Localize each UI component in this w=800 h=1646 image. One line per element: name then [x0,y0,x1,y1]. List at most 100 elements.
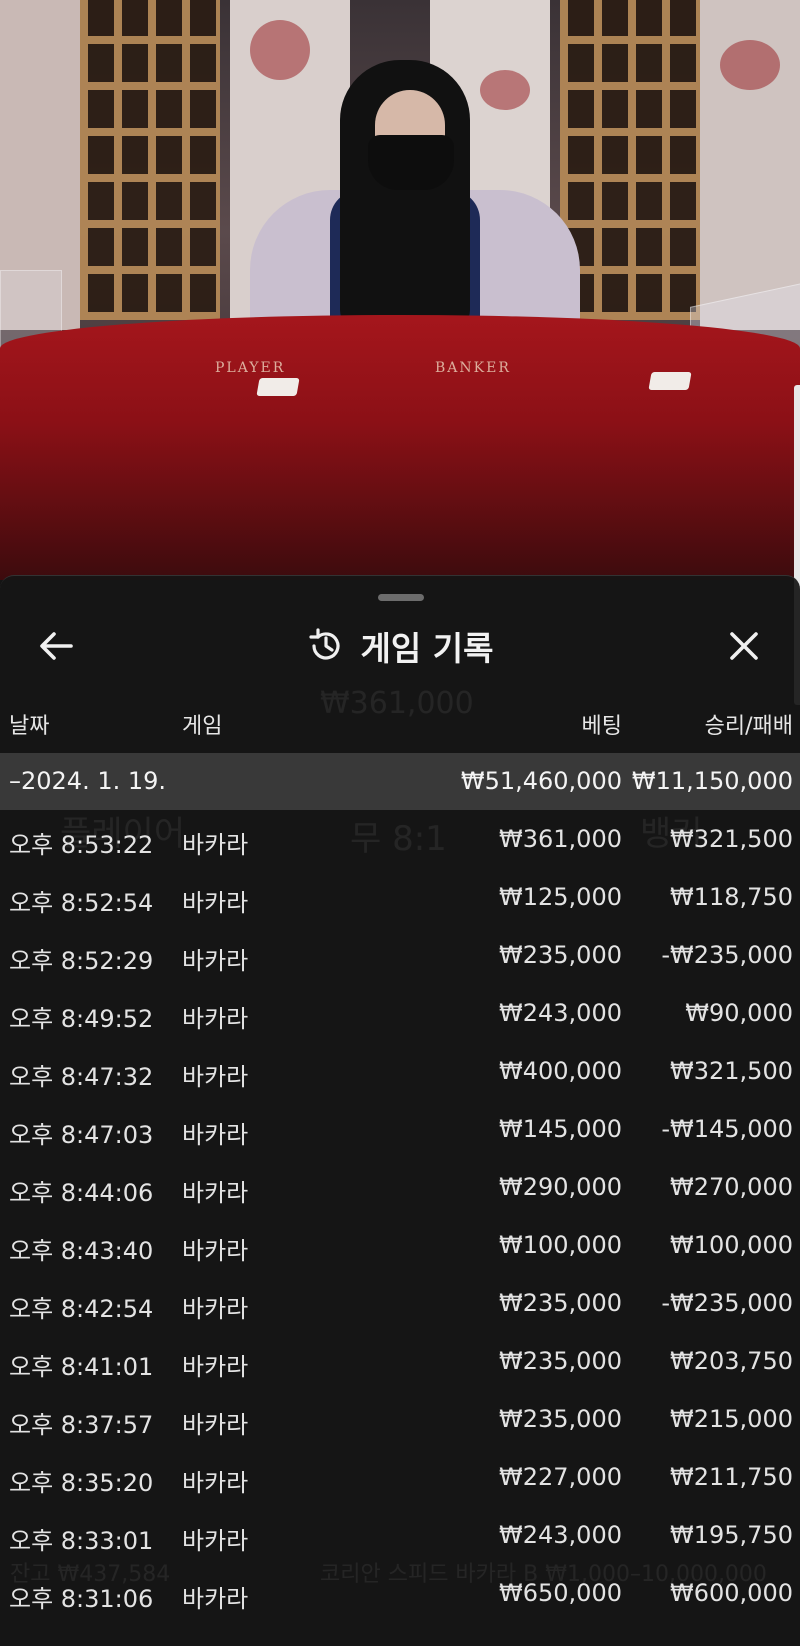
playing-card [648,372,692,390]
round-game: 바카라 [182,1469,249,1497]
round-time: 오후 8:47:03 [9,1121,154,1149]
round-result: ₩100,000 [670,1231,793,1259]
round-game: 바카라 [182,1121,249,1149]
day-group-bet-total: ₩51,460,000 [460,767,622,795]
round-result: ₩118,750 [670,883,793,911]
sheet-title-group: 게임 기록 [307,622,494,670]
round-time: 오후 8:31:06 [9,1585,154,1613]
blossom-decor [250,20,310,80]
table-row[interactable]: 오후 8:42:54 바카라 ₩235,000 -₩235,000 [0,1274,800,1332]
round-result: ₩203,750 [670,1347,793,1375]
round-time: 오후 8:44:06 [9,1179,154,1207]
round-bet: ₩361,000 [499,825,622,853]
round-time: 오후 8:37:57 [9,1411,154,1439]
round-game: 바카라 [182,1411,249,1439]
column-header-row: 날짜 게임 베팅 승리/패배 [0,696,800,746]
round-time: 오후 8:52:54 [9,889,154,917]
round-bet: ₩100,000 [499,1231,622,1259]
arrow-left-icon [40,632,73,660]
playing-card [256,378,300,396]
round-game: 바카라 [182,1585,249,1613]
round-bet: ₩235,000 [499,1289,622,1317]
column-result[interactable]: 승리/패배 [705,708,793,740]
round-bet: ₩235,000 [499,1347,622,1375]
day-group-row[interactable]: –2024. 1. 19. ₩51,460,000 ₩11,150,000 [0,753,800,810]
dealer-mask [368,135,454,190]
table-row[interactable]: 오후 8:53:22 바카라 ₩361,000 ₩321,500 [0,810,800,868]
table-row[interactable]: 오후 8:47:03 바카라 ₩145,000 -₩145,000 [0,1100,800,1158]
table-row[interactable]: 오후 8:31:06 바카라 ₩650,000 ₩600,000 [0,1564,800,1622]
back-button[interactable] [28,618,84,674]
close-icon [730,632,758,660]
round-result: -₩235,000 [661,1289,793,1317]
round-result: -₩145,000 [661,1115,793,1143]
round-bet: ₩400,000 [499,1057,622,1085]
round-time: 오후 8:41:01 [9,1353,154,1381]
table-row[interactable]: 오후 8:52:29 바카라 ₩235,000 -₩235,000 [0,926,800,984]
table-row[interactable]: 오후 8:33:01 바카라 ₩243,000 ₩195,750 [0,1506,800,1564]
round-game: 바카라 [182,831,249,859]
round-game: 바카라 [182,1179,249,1207]
table-row[interactable]: 오후 8:44:06 바카라 ₩290,000 ₩270,000 [0,1158,800,1216]
column-date[interactable]: 날짜 [9,708,49,740]
round-bet: ₩145,000 [499,1115,622,1143]
round-rows: 오후 8:53:22 바카라 ₩361,000 ₩321,500 오후 8:52:54 바… [0,810,800,1622]
round-result: ₩600,000 [670,1579,793,1607]
day-group-result-total: ₩11,150,000 [631,767,793,795]
round-game: 바카라 [182,1005,249,1033]
round-result: ₩211,750 [670,1463,793,1491]
table-row[interactable]: 오후 8:41:01 바카라 ₩235,000 ₩203,750 [0,1332,800,1390]
table-row[interactable]: 오후 8:37:57 바카라 ₩235,000 ₩215,000 [0,1390,800,1448]
table-row[interactable]: 오후 8:49:52 바카라 ₩243,000 ₩90,000 [0,984,800,1042]
column-game[interactable]: 게임 [182,708,222,740]
round-bet: ₩290,000 [499,1173,622,1201]
round-bet: ₩243,000 [499,999,622,1027]
round-result: ₩270,000 [670,1173,793,1201]
round-time: 오후 8:52:29 [9,947,154,975]
round-game: 바카라 [182,889,249,917]
round-bet: ₩125,000 [499,883,622,911]
sheet-drag-handle[interactable] [378,594,424,601]
blossom-decor [480,70,530,110]
round-time: 오후 8:47:32 [9,1063,154,1091]
game-history-sheet: ₩361,000 플레이어 무 8:1 뱅커 잔고 ₩437,584 코리안 스… [0,575,800,1646]
column-bet[interactable]: 베팅 [582,708,622,740]
table-row[interactable]: 오후 8:47:32 바카라 ₩400,000 ₩321,500 [0,1042,800,1100]
round-time: 오후 8:49:52 [9,1005,154,1033]
round-game: 바카라 [182,1237,249,1265]
lattice-screen [560,0,700,320]
round-time: 오후 8:42:54 [9,1295,154,1323]
round-bet: ₩235,000 [499,941,622,969]
history-list[interactable]: –2024. 1. 19. ₩51,460,000 ₩11,150,000 오후… [0,753,800,1622]
round-result: ₩321,500 [670,825,793,853]
round-bet: ₩243,000 [499,1521,622,1549]
round-bet: ₩650,000 [499,1579,622,1607]
table-row[interactable]: 오후 8:35:20 바카라 ₩227,000 ₩211,750 [0,1448,800,1506]
round-result: -₩235,000 [661,941,793,969]
felt-player-label: PLAYER [215,360,286,376]
history-icon [308,628,340,660]
round-game: 바카라 [182,1353,249,1381]
sheet-title: 게임 기록 [360,629,494,668]
lattice-screen [80,0,220,320]
round-time: 오후 8:35:20 [9,1469,154,1497]
round-result: ₩90,000 [685,999,793,1027]
close-button[interactable] [716,618,772,674]
round-time: 오후 8:43:40 [9,1237,154,1265]
sheet-header: 게임 기록 [0,606,800,686]
round-time: 오후 8:53:22 [9,831,154,859]
day-group-date: –2024. 1. 19. [9,767,167,795]
round-time: 오후 8:33:01 [9,1527,154,1555]
round-bet: ₩227,000 [499,1463,622,1491]
live-video-feed: PLAYER BANKER [0,0,800,580]
round-result: ₩321,500 [670,1057,793,1085]
baccarat-table [0,315,800,580]
blossom-decor [720,40,780,90]
felt-banker-label: BANKER [435,360,511,376]
round-result: ₩215,000 [670,1405,793,1433]
round-bet: ₩235,000 [499,1405,622,1433]
table-row[interactable]: 오후 8:52:54 바카라 ₩125,000 ₩118,750 [0,868,800,926]
round-result: ₩195,750 [670,1521,793,1549]
table-row[interactable]: 오후 8:43:40 바카라 ₩100,000 ₩100,000 [0,1216,800,1274]
round-game: 바카라 [182,1295,249,1323]
